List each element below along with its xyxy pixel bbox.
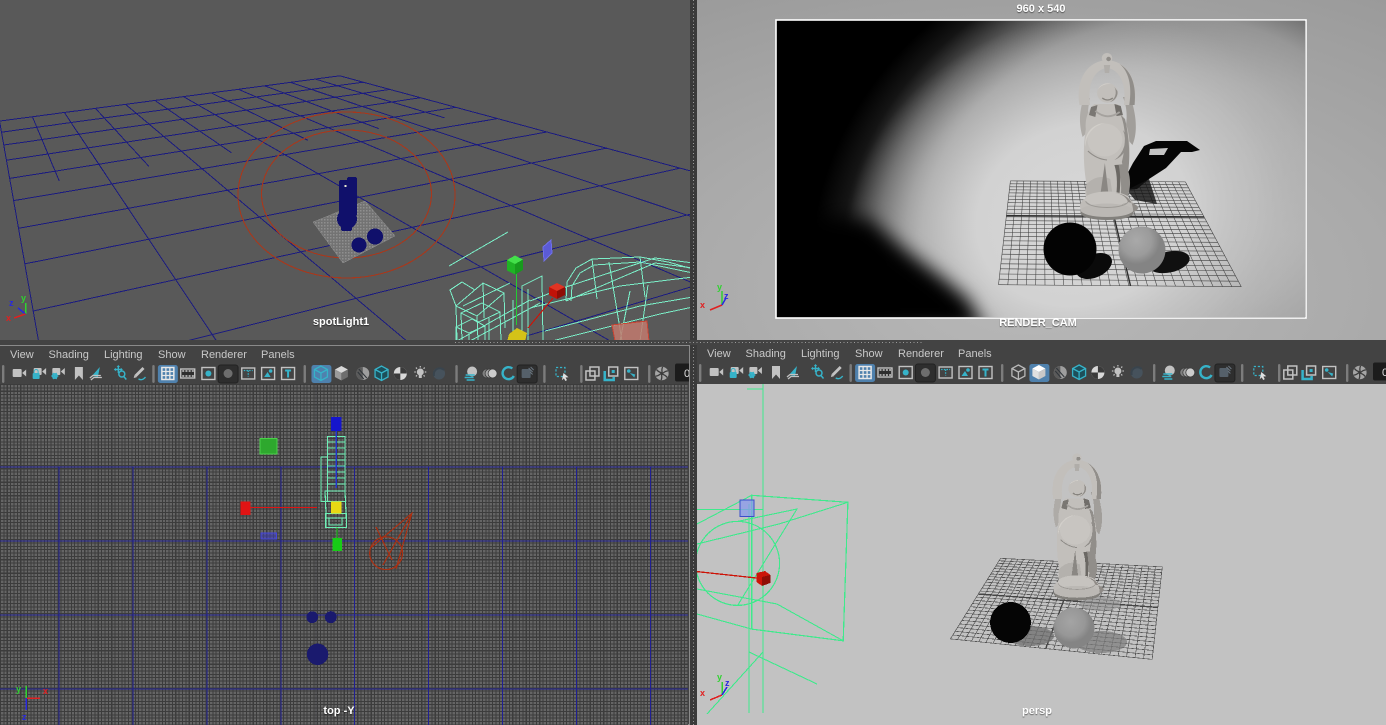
svg-text:0: 0 (684, 368, 689, 380)
svg-text:z: z (724, 291, 729, 301)
svg-text:y: y (717, 282, 722, 292)
svg-text:x: x (700, 688, 705, 698)
svg-text:x: x (6, 313, 11, 323)
svg-text:0: 0 (1382, 367, 1386, 379)
svg-text:y: y (21, 293, 26, 303)
svg-text:y: y (717, 672, 722, 682)
svg-text:y: y (16, 684, 21, 694)
svg-text:z: z (725, 678, 730, 688)
svg-text:z: z (22, 712, 27, 722)
svg-text:x: x (43, 686, 48, 696)
svg-text:z: z (9, 298, 14, 308)
svg-text:x: x (700, 300, 705, 310)
